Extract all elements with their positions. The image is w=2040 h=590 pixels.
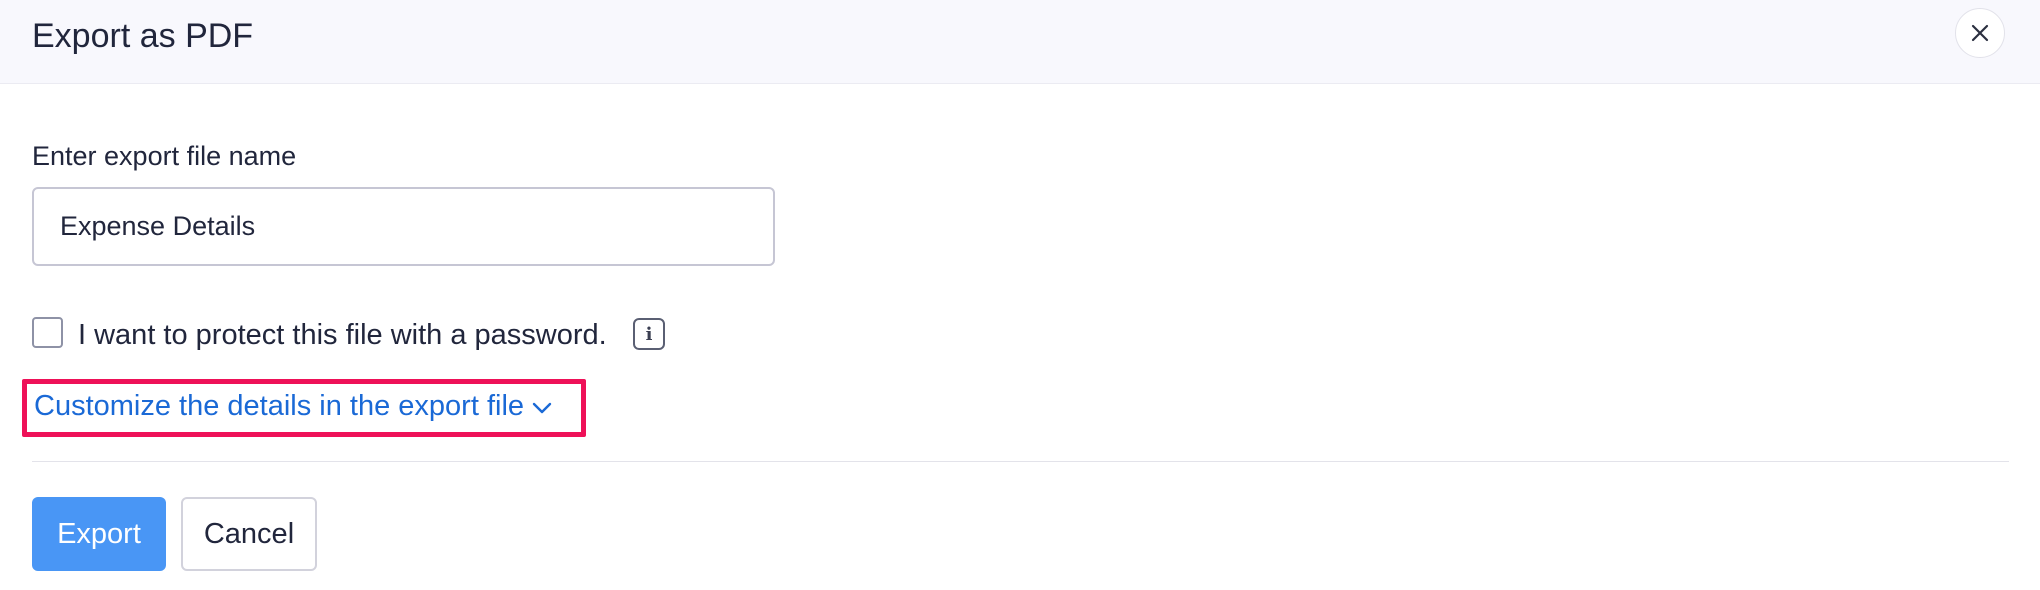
close-icon [1971,24,1989,42]
password-checkbox-label[interactable]: I want to protect this file with a passw… [78,318,607,352]
divider [32,461,2009,462]
password-checkbox[interactable] [32,317,63,348]
customize-details-link[interactable]: Customize the details in the export file [34,386,552,426]
chevron-down-icon [532,402,552,414]
dialog-header: Export as PDF [0,0,2040,84]
cancel-button[interactable]: Cancel [181,497,317,571]
filename-label: Enter export file name [32,141,297,171]
filename-input[interactable] [32,187,775,266]
export-button[interactable]: Export [32,497,166,571]
customize-link-label: Customize the details in the export file [34,389,525,422]
close-button[interactable] [1955,8,2005,58]
info-icon[interactable]: i [633,318,665,350]
info-glyph: i [645,323,653,345]
dialog-title: Export as PDF [32,17,254,55]
